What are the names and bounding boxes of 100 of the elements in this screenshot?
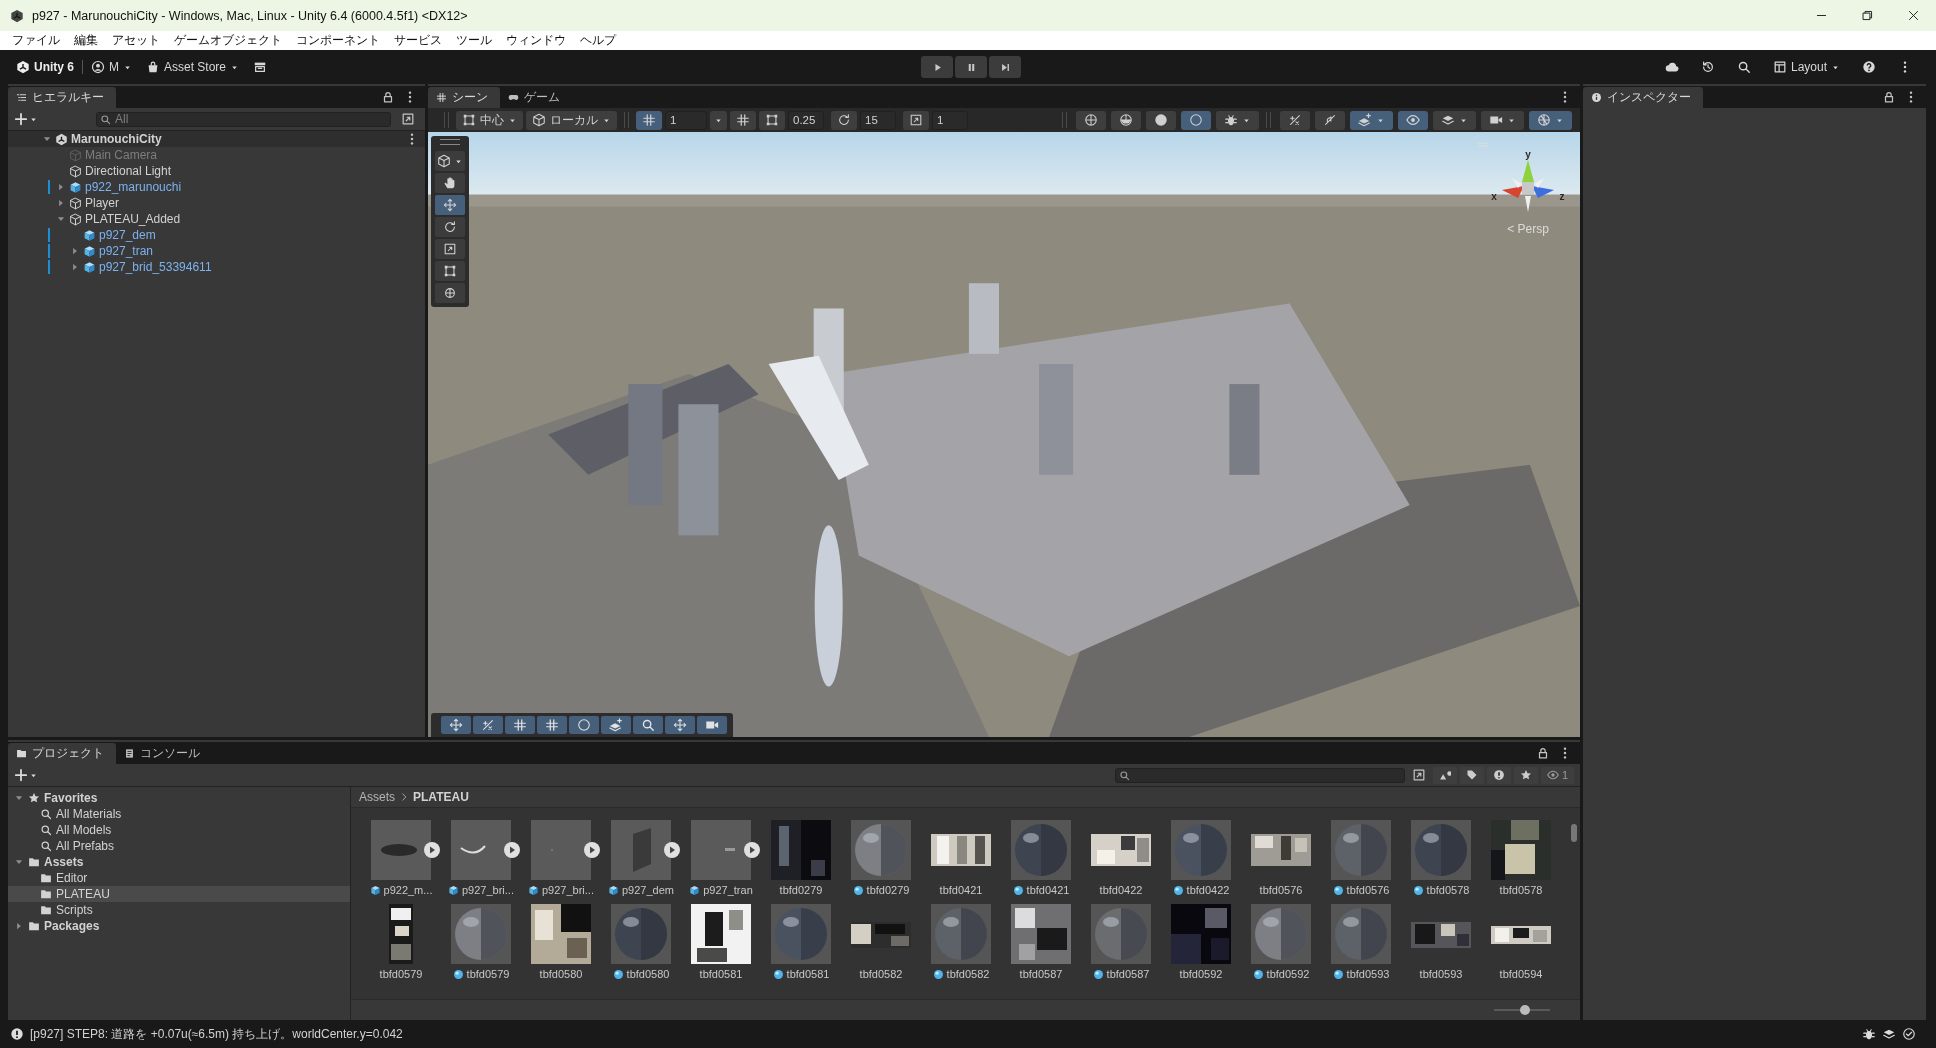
- tool-button[interactable]: [435, 261, 465, 281]
- menu-item[interactable]: アセット: [112, 33, 160, 48]
- asset-item[interactable]: tbfd0422: [1081, 820, 1161, 896]
- rotate-snap-button[interactable]: [831, 110, 857, 130]
- orientation-gizmo[interactable]: y x z: [1488, 152, 1568, 222]
- asset-item[interactable]: tbfd0593: [1321, 904, 1401, 980]
- menu-item[interactable]: ヘルプ: [580, 33, 616, 48]
- hierarchy-item[interactable]: MarunouchiCity: [8, 131, 425, 147]
- play-icon[interactable]: [424, 842, 440, 858]
- overlay-tool-button[interactable]: [697, 716, 727, 734]
- asset-item[interactable]: tbfd0581: [681, 904, 761, 980]
- project-tree-item[interactable]: Favorites: [8, 790, 350, 806]
- layout-dropdown[interactable]: Layout: [1772, 60, 1840, 74]
- view-option-button[interactable]: [1280, 110, 1310, 130]
- overlay-tool-button[interactable]: [601, 716, 631, 734]
- filter-label-button[interactable]: [1459, 766, 1484, 784]
- asset-item[interactable]: tbfd0593: [1401, 904, 1481, 980]
- overlay-tool-button[interactable]: [569, 716, 599, 734]
- view-option-button[interactable]: [1315, 110, 1345, 130]
- hierarchy-item[interactable]: PLATEAU_Added: [8, 211, 425, 227]
- overlay-tool-button[interactable]: [473, 716, 503, 734]
- search-button[interactable]: [1736, 60, 1751, 74]
- scale-snap-field[interactable]: 1: [932, 110, 968, 130]
- asset-item[interactable]: p922_m...: [361, 820, 441, 896]
- zoom-slider[interactable]: [1494, 1004, 1550, 1016]
- play-icon[interactable]: [664, 842, 680, 858]
- asset-item[interactable]: tbfd0421: [1001, 820, 1081, 896]
- asset-item[interactable]: tbfd0582: [921, 904, 1001, 980]
- scene-tab[interactable]: ゲーム: [500, 87, 572, 108]
- project-tab[interactable]: コンソール: [116, 743, 212, 764]
- play-icon[interactable]: [504, 842, 520, 858]
- project-tree-item[interactable]: All Materials: [8, 806, 350, 822]
- tool-button[interactable]: [435, 217, 465, 237]
- grid-button[interactable]: [636, 110, 662, 130]
- overlay-tool-button[interactable]: [633, 716, 663, 734]
- hierarchy-item[interactable]: p927_brid_53394611: [8, 259, 425, 275]
- breadcrumb-item[interactable]: Assets: [359, 790, 395, 804]
- asset-item[interactable]: tbfd0576: [1321, 820, 1401, 896]
- project-tree-item[interactable]: Assets: [8, 854, 350, 870]
- menu-item[interactable]: ツール: [456, 33, 492, 48]
- inspector-tab[interactable]: インスペクター: [1583, 87, 1703, 108]
- overlay-tool-button[interactable]: [441, 716, 471, 734]
- step-button[interactable]: [989, 56, 1021, 78]
- help-button[interactable]: [1862, 60, 1876, 74]
- menu-item[interactable]: サービス: [394, 33, 442, 48]
- tool-button[interactable]: [435, 239, 465, 259]
- overlay-tool-button[interactable]: [505, 716, 535, 734]
- space-dropdown[interactable]: ローカル: [526, 110, 617, 130]
- asset-item[interactable]: tbfd0581: [761, 904, 841, 980]
- log-button[interactable]: [1486, 766, 1511, 784]
- asset-item[interactable]: tbfd0594: [1481, 904, 1561, 980]
- project-tree-item[interactable]: Editor: [8, 870, 350, 886]
- project-tree-item[interactable]: Packages: [8, 918, 350, 934]
- grid-size-field[interactable]: 1: [665, 110, 707, 130]
- asset-item[interactable]: p927_bri...: [521, 820, 601, 896]
- project-tree-item[interactable]: PLATEAU: [8, 886, 350, 902]
- asset-item[interactable]: tbfd0592: [1161, 904, 1241, 980]
- breadcrumb-item[interactable]: PLATEAU: [413, 790, 469, 804]
- search-field[interactable]: [1114, 767, 1405, 783]
- hierarchy-item[interactable]: Directional Light: [8, 163, 425, 179]
- tool-button[interactable]: [435, 283, 465, 303]
- asset-item[interactable]: p927_bri...: [441, 820, 521, 896]
- menu-item[interactable]: ファイル: [12, 33, 60, 48]
- project-tree-item[interactable]: Scripts: [8, 902, 350, 918]
- project-tree-item[interactable]: All Prefabs: [8, 838, 350, 854]
- play-button[interactable]: [921, 56, 953, 78]
- scale-snap-button[interactable]: [903, 110, 929, 130]
- product-button[interactable]: Unity 6: [16, 60, 74, 74]
- asset-item[interactable]: tbfd0587: [1081, 904, 1161, 980]
- asset-item[interactable]: p927_dem: [601, 820, 681, 896]
- search-field[interactable]: All: [96, 111, 391, 127]
- view-option-button[interactable]: [1181, 110, 1211, 130]
- tool-button[interactable]: [435, 173, 465, 193]
- hierarchy-item[interactable]: p927_dem: [8, 227, 425, 243]
- add-button[interactable]: [14, 768, 38, 782]
- rotate-snap-field[interactable]: 15: [860, 110, 896, 130]
- hierarchy-item[interactable]: p927_tran: [8, 243, 425, 259]
- package-button[interactable]: [253, 60, 268, 74]
- project-tab[interactable]: プロジェクト: [8, 743, 116, 764]
- asset-item[interactable]: tbfd0580: [601, 904, 681, 980]
- asset-item[interactable]: tbfd0587: [1001, 904, 1081, 980]
- hierarchy-item[interactable]: p922_marunouchi: [8, 179, 425, 195]
- asset-item[interactable]: tbfd0422: [1161, 820, 1241, 896]
- view-option-button[interactable]: [1111, 110, 1141, 130]
- history-button[interactable]: [1700, 60, 1715, 74]
- filter-type-button[interactable]: [1432, 766, 1457, 784]
- view-option-button[interactable]: [1398, 110, 1428, 130]
- pivot-dropdown[interactable]: 中心: [456, 110, 523, 130]
- view-option-button[interactable]: [1481, 110, 1524, 130]
- add-button[interactable]: [14, 112, 38, 126]
- view-mode-button[interactable]: [435, 151, 465, 171]
- asset-store-button[interactable]: Asset Store: [146, 60, 240, 74]
- menu-item[interactable]: ゲームオブジェクト: [174, 33, 282, 48]
- asset-item[interactable]: tbfd0279: [841, 820, 921, 896]
- view-option-button[interactable]: [1529, 110, 1572, 130]
- asset-item[interactable]: tbfd0579: [361, 904, 441, 980]
- asset-item[interactable]: tbfd0578: [1401, 820, 1481, 896]
- asset-item[interactable]: tbfd0279: [761, 820, 841, 896]
- overlay-tool-button[interactable]: [537, 716, 567, 734]
- view-option-button[interactable]: [1350, 110, 1393, 130]
